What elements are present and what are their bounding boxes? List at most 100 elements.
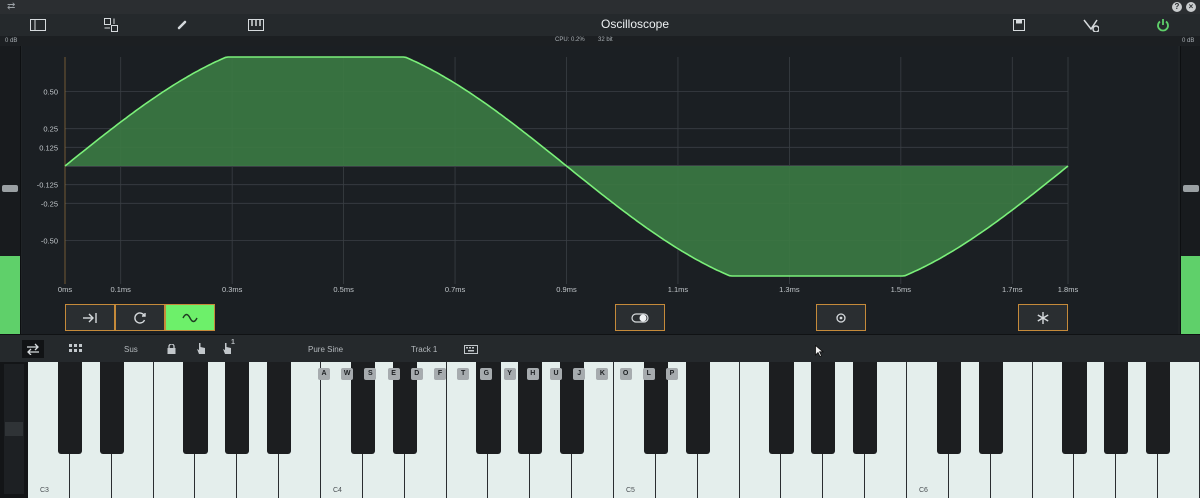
settings-button[interactable] [816, 304, 866, 331]
routing-icon[interactable] [1083, 17, 1099, 33]
x-tick-label: 1.8ms [1058, 285, 1079, 294]
black-key[interactable] [225, 362, 250, 454]
key-hint-label: L [642, 368, 655, 380]
snowflake-icon [1037, 311, 1049, 324]
preset-name[interactable]: Pure Sine [308, 345, 343, 354]
mouse-cursor-icon [815, 344, 825, 359]
left-meter-fill [0, 256, 20, 334]
key-hint-label: D [410, 368, 423, 380]
arrow-to-line-icon [83, 312, 97, 323]
oscilloscope-plot: 0.50 0.25 0.125 -0.125 -0.25 -0.50 0ms 0.1ms 0.… [37, 56, 1079, 294]
left-gain-handle[interactable] [2, 185, 18, 192]
x-tick-label: 1.5ms [891, 285, 912, 294]
key-hint-label: Y [503, 368, 516, 380]
x-tick-label: 0.5ms [333, 285, 354, 294]
black-key[interactable] [1146, 362, 1171, 454]
modulation-wheel[interactable] [0, 362, 28, 498]
sidebar-toggle-icon[interactable] [30, 17, 46, 33]
track-name[interactable]: Track 1 [411, 345, 437, 354]
black-key[interactable] [811, 362, 836, 454]
x-tick-label: 1.1ms [668, 285, 689, 294]
key-hint-label: T [457, 368, 470, 380]
oscilloscope-display: 0.50 0.25 0.125 -0.125 -0.25 -0.50 0ms 0.1ms 0.… [22, 46, 1178, 334]
key-hint-label: F [434, 368, 446, 380]
black-key[interactable] [267, 362, 292, 454]
left-level-meter [0, 46, 21, 334]
x-tick-label: 0.3ms [222, 285, 243, 294]
y-tick-label: 0.25 [43, 125, 58, 134]
black-key[interactable] [99, 362, 124, 454]
keyboard-toolbar: Sus 1 Pure Sine Track 1 [0, 334, 1200, 363]
wheel-thumb[interactable] [5, 422, 23, 436]
black-key[interactable] [685, 362, 710, 454]
black-key[interactable] [1104, 362, 1129, 454]
bit-depth-readout: 32 bit [598, 37, 613, 43]
octave-badge: 1 [231, 339, 235, 346]
black-key[interactable] [57, 362, 82, 454]
right-db-label: 0 dB [1182, 38, 1195, 44]
x-tick-label: 0.1ms [111, 285, 132, 294]
black-key[interactable] [183, 362, 208, 454]
key-hint-label: U [550, 368, 562, 380]
help-button[interactable]: ? [1172, 2, 1182, 12]
swap-icon [27, 343, 39, 355]
close-button[interactable]: × [1186, 2, 1196, 12]
gear-icon [836, 312, 846, 323]
octave-label: C6 [919, 487, 928, 494]
refresh-icon [134, 311, 146, 324]
sine-wave-icon [182, 313, 198, 322]
power-icon[interactable] [1155, 17, 1171, 33]
key-hint-label: G [480, 368, 493, 380]
swap-icon[interactable]: ⇄ [7, 1, 15, 12]
key-hint-label: O [619, 368, 632, 380]
x-tick-label: 1.7ms [1002, 285, 1023, 294]
trigger-button[interactable] [65, 304, 115, 331]
save-icon[interactable] [1011, 17, 1027, 33]
x-tick-label: 0.9ms [556, 285, 577, 294]
y-axis-ticks: 0.50 0.25 0.125 -0.125 -0.25 -0.50 [37, 87, 58, 245]
key-hint-label: S [364, 368, 377, 380]
toggle-button[interactable] [615, 304, 665, 331]
octave-label: C5 [626, 487, 635, 494]
cpu-readout: CPU: 0.2% [555, 37, 585, 43]
lock-icon[interactable] [167, 343, 176, 356]
black-key[interactable] [853, 362, 878, 454]
layout-icon[interactable] [103, 17, 119, 33]
freeze-button[interactable] [1018, 304, 1068, 331]
key-hint-label: E [387, 368, 400, 380]
piano-icon[interactable] [248, 17, 264, 33]
key-hint-label: W [341, 368, 354, 380]
piano-keyboard: C3 C4 C5 C6 A W S E D F T G Y H U J K O L P [28, 362, 1200, 498]
x-tick-label: 1.3ms [779, 285, 800, 294]
status-row: 0 dB CPU: 0.2% 32 bit 0 dB [0, 36, 1200, 46]
loop-button[interactable] [115, 304, 165, 331]
y-tick-label: -0.50 [41, 237, 58, 246]
link-icon[interactable] [174, 17, 190, 33]
hand-icon[interactable] [196, 342, 206, 357]
black-key[interactable] [978, 362, 1003, 454]
right-gain-handle[interactable] [1183, 185, 1199, 192]
computer-keyboard-icon[interactable] [464, 345, 478, 356]
black-key[interactable] [1062, 362, 1087, 454]
toolbar: Oscilloscope [0, 14, 1200, 37]
black-key[interactable] [936, 362, 961, 454]
sustain-label[interactable]: Sus [124, 345, 138, 354]
key-hint-label: J [573, 368, 586, 380]
title-strip: ⇄ ? × [0, 0, 1200, 14]
y-tick-label: -0.125 [37, 181, 58, 190]
right-level-meter [1180, 46, 1200, 334]
y-tick-label: 0.50 [43, 87, 58, 96]
y-tick-label: 0.125 [39, 143, 58, 152]
grid-icon[interactable] [69, 344, 82, 356]
left-db-label: 0 dB [5, 38, 18, 44]
x-tick-label: 0ms [58, 285, 72, 294]
black-key[interactable] [769, 362, 794, 454]
midi-swap-button[interactable] [22, 340, 44, 358]
key-hint-label: K [596, 368, 609, 380]
right-meter-fill [1181, 256, 1200, 334]
x-tick-label: 0.7ms [445, 285, 466, 294]
y-tick-label: -0.25 [41, 199, 58, 208]
key-hint-label: A [318, 368, 330, 380]
octave-label: C4 [333, 487, 342, 494]
sine-mode-button[interactable] [165, 304, 215, 331]
